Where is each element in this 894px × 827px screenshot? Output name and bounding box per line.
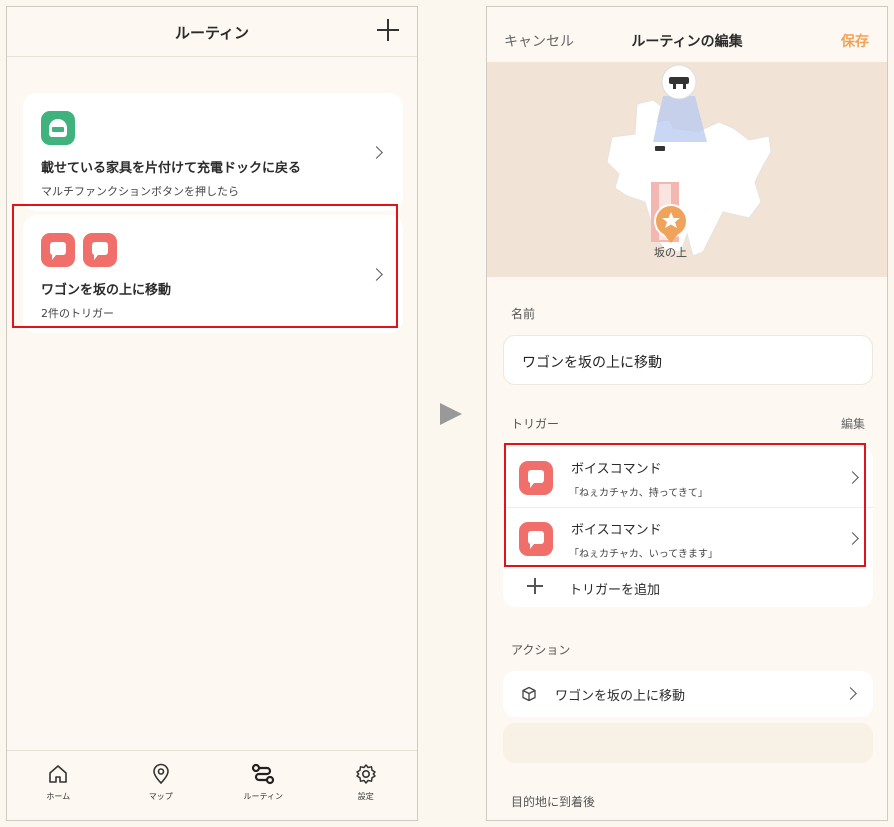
bottom-tab-bar: ホーム マップ ルーティン 設定 — [7, 750, 417, 820]
routine-title: 載せている家具を片付けて充電ドックに戻る — [41, 161, 302, 176]
action-item[interactable]: ワゴンを坂の上に移動 — [503, 671, 873, 717]
routine-icon — [252, 763, 275, 785]
charging-dock-icon — [41, 111, 75, 145]
action-placeholder — [503, 723, 873, 763]
trigger-section-label: トリガー — [511, 417, 560, 431]
add-routine-button[interactable] — [375, 17, 401, 43]
map-location-label: 坂の上 — [654, 246, 687, 259]
name-section-label: 名前 — [511, 307, 536, 321]
highlight-frame — [504, 443, 866, 567]
arrival-section-label: 目的地に到着後 — [511, 795, 596, 809]
gear-icon — [356, 764, 376, 784]
flow-arrow-icon — [440, 403, 462, 425]
chevron-right-icon — [370, 146, 383, 159]
routine-list-header: ルーティン — [7, 7, 417, 57]
tab-map[interactable]: マップ — [110, 751, 213, 820]
routine-edit-screen: キャンセル ルーティンの編集 保存 坂の上 名前 ワゴンを坂の上に移動 トリガー… — [486, 6, 888, 821]
routine-name-field[interactable]: ワゴンを坂の上に移動 — [503, 335, 873, 385]
action-section-label: アクション — [511, 643, 571, 657]
tab-routine[interactable]: ルーティン — [212, 751, 315, 820]
routine-card-dock[interactable]: 載せている家具を片付けて充電ドックに戻る マルチファンクションボタンを押したら — [23, 93, 403, 211]
chevron-right-icon — [844, 687, 857, 700]
action-label: ワゴンを坂の上に移動 — [555, 689, 686, 704]
add-trigger-button[interactable]: トリガーを追加 — [503, 569, 873, 607]
routine-name-value: ワゴンを坂の上に移動 — [522, 355, 662, 371]
page-title: ルーティンの編集 — [631, 34, 743, 50]
plus-icon — [527, 578, 543, 594]
home-icon — [49, 765, 68, 783]
floor-map[interactable]: 坂の上 — [487, 62, 887, 277]
map-pin-icon — [152, 763, 169, 785]
add-trigger-label: トリガーを追加 — [569, 583, 661, 598]
save-button[interactable]: 保存 — [841, 31, 869, 51]
cube-icon — [522, 686, 536, 702]
page-title: ルーティン — [174, 24, 250, 42]
floor-map-drawing — [606, 64, 772, 257]
tab-settings[interactable]: 設定 — [315, 751, 418, 820]
routine-list-screen: ルーティン 載せている家具を片付けて充電ドックに戻る マルチファンクションボタン… — [6, 6, 418, 821]
routine-subtitle: マルチファンクションボタンを押したら — [41, 185, 239, 198]
tab-home[interactable]: ホーム — [7, 751, 110, 820]
edit-header: キャンセル ルーティンの編集 保存 — [487, 7, 887, 62]
edit-triggers-button[interactable]: 編集 — [841, 415, 865, 432]
highlight-frame — [12, 204, 398, 328]
